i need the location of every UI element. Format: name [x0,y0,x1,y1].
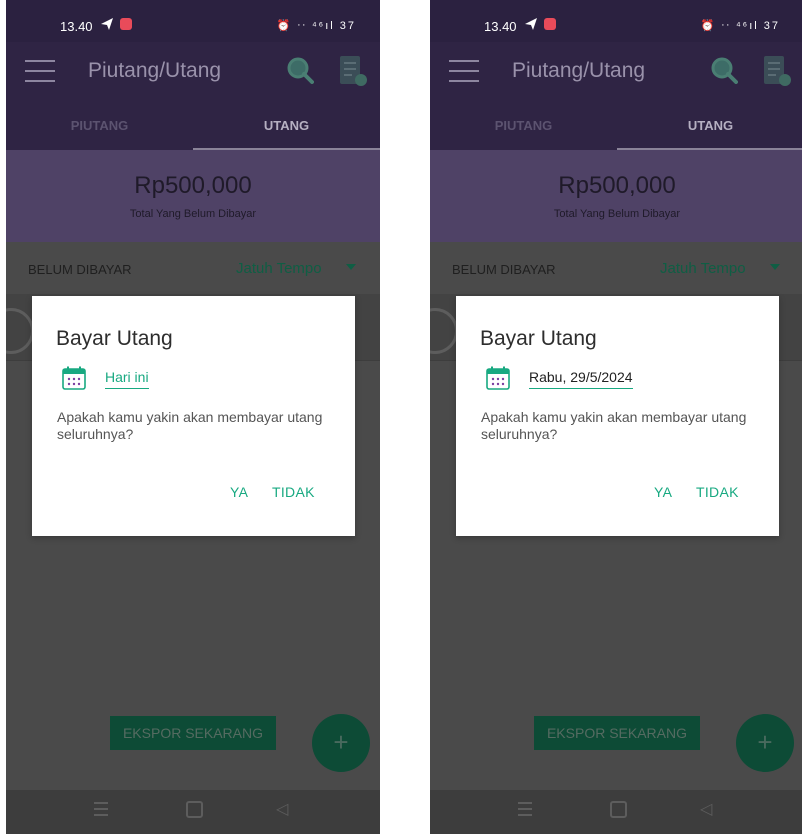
add-icon[interactable]: + [312,714,370,772]
export-button[interactable]: EKSPOR SEKARANG [110,716,276,750]
filter-status[interactable]: BELUM DIBAYAR [452,262,556,277]
filter-row: BELUM DIBAYAR Jatuh Tempo [6,242,380,294]
summary-amount: Rp500,000 [558,172,676,199]
notification-badge-icon [120,18,132,30]
no-button[interactable]: TIDAK [696,484,739,500]
nav-back-icon[interactable]: ◁ [700,799,712,819]
nav-back-icon[interactable]: ◁ [276,799,288,819]
status-icons: ⏰ ᐧᐧ ⁴⁶ıl 37 [700,20,780,32]
phone-screen-today: 13.40 ⏰ ᐧᐧ ⁴⁶ıl 37 Piutang/Utang PIUTANG… [6,0,380,834]
app-bar: Piutang/Utang [6,42,380,102]
dialog-message: Apakah kamu yakin akan membayar utang se… [57,409,323,442]
calendar-icon[interactable] [62,366,86,390]
filter-row: BELUM DIBAYAR Jatuh Tempo [430,242,802,294]
phone-screen-date-picked: 13.40 ⏰ ᐧᐧ ⁴⁶ıl 37 Piutang/Utang PIUTANG… [430,0,802,834]
summary-band: Rp500,000 Total Yang Belum Dibayar [430,150,802,242]
location-arrow-icon [101,18,113,30]
avatar [6,308,34,354]
yes-button[interactable]: YA [230,484,248,500]
tab-piutang[interactable]: PIUTANG [430,102,617,150]
notification-badge-icon [544,18,556,30]
report-icon[interactable] [762,54,792,88]
date-field[interactable]: Hari ini [105,369,149,389]
tab-bar: PIUTANG UTANG [6,102,380,150]
add-icon[interactable]: + [736,714,794,772]
search-icon[interactable] [286,56,314,84]
summary-caption: Total Yang Belum Dibayar [553,208,681,220]
summary-caption: Total Yang Belum Dibayar [129,208,257,220]
no-button[interactable]: TIDAK [272,484,315,500]
summary-band: Rp500,000 Total Yang Belum Dibayar [6,150,380,242]
menu-icon[interactable] [449,60,479,84]
tab-bar: PIUTANG UTANG [430,102,802,150]
report-icon[interactable] [338,54,368,88]
system-nav-bar: ◁ [430,790,802,834]
system-nav-bar: ◁ [6,790,380,834]
export-button[interactable]: EKSPOR SEKARANG [534,716,700,750]
tab-utang[interactable]: UTANG [193,102,380,150]
calendar-icon[interactable] [486,366,510,390]
nav-home-icon[interactable] [610,801,627,818]
dialog-title: Bayar Utang [480,327,597,350]
app-title: Piutang/Utang [88,59,222,82]
menu-icon[interactable] [25,60,55,84]
search-icon[interactable] [710,56,738,84]
avatar [430,308,458,354]
summary-amount: Rp500,000 [134,172,252,199]
app-title: Piutang/Utang [512,59,646,82]
pay-debt-dialog: Bayar Utang Hari ini Apakah kamu yakin a… [32,296,355,536]
status-icons: ⏰ ᐧᐧ ⁴⁶ıl 37 [276,20,356,32]
sort-dropdown[interactable]: Jatuh Tempo [236,260,322,277]
pay-debt-dialog: Bayar Utang Rabu, 29/5/2024 Apakah kamu … [456,296,779,536]
status-time: 13.40 [484,19,517,34]
dialog-message: Apakah kamu yakin akan membayar utang se… [481,409,747,442]
nav-menu-icon[interactable] [94,802,108,816]
tab-piutang[interactable]: PIUTANG [6,102,193,150]
nav-home-icon[interactable] [186,801,203,818]
nav-menu-icon[interactable] [518,802,532,816]
status-bar: 13.40 ⏰ ᐧᐧ ⁴⁶ıl 37 [6,0,380,42]
filter-status[interactable]: BELUM DIBAYAR [28,262,132,277]
tab-utang[interactable]: UTANG [617,102,802,150]
date-field[interactable]: Rabu, 29/5/2024 [529,369,633,389]
location-arrow-icon [525,18,537,30]
dialog-title: Bayar Utang [56,327,173,350]
sort-dropdown[interactable]: Jatuh Tempo [660,260,746,277]
status-time: 13.40 [60,19,93,34]
yes-button[interactable]: YA [654,484,672,500]
chevron-down-icon[interactable] [346,264,356,270]
status-bar: 13.40 ⏰ ᐧᐧ ⁴⁶ıl 37 [430,0,802,42]
chevron-down-icon[interactable] [770,264,780,270]
app-bar: Piutang/Utang [430,42,802,102]
